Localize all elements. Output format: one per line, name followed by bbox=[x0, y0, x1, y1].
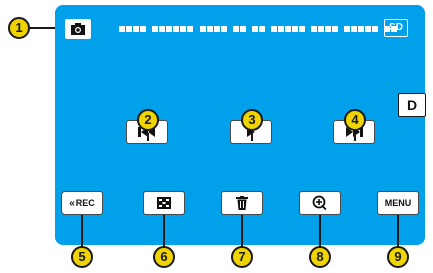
callout-8-leader bbox=[319, 215, 321, 249]
callout-5: 5 bbox=[71, 246, 93, 268]
callout-9: 9 bbox=[387, 246, 409, 268]
file-number-placeholder bbox=[119, 26, 193, 32]
sd-card-badge: SD bbox=[384, 19, 408, 37]
index-button[interactable] bbox=[143, 191, 185, 215]
rec-button[interactable]: « REC bbox=[61, 191, 103, 215]
d-button[interactable]: D bbox=[398, 93, 426, 117]
lcd-screen: SD D « REC MENU bbox=[55, 5, 426, 245]
delete-button[interactable] bbox=[221, 191, 263, 215]
callout-2: 2 bbox=[137, 109, 159, 131]
camera-icon[interactable] bbox=[65, 19, 91, 39]
double-chevron-left-icon: « bbox=[69, 197, 75, 209]
date-time-placeholder bbox=[200, 26, 397, 32]
callout-5-leader bbox=[81, 215, 83, 249]
callout-6: 6 bbox=[153, 246, 175, 268]
callout-4: 4 bbox=[344, 109, 366, 131]
callout-4-leader bbox=[354, 133, 356, 141]
zoom-button[interactable] bbox=[299, 191, 341, 215]
callout-1: 1 bbox=[8, 17, 30, 39]
grid-icon bbox=[157, 197, 171, 209]
rec-label: REC bbox=[75, 198, 95, 208]
callout-3: 3 bbox=[241, 109, 263, 131]
callout-6-leader bbox=[163, 215, 165, 249]
callout-9-leader bbox=[397, 215, 399, 249]
callout-2-leader bbox=[147, 133, 149, 141]
zoom-in-icon bbox=[312, 195, 327, 211]
menu-button[interactable]: MENU bbox=[377, 191, 419, 215]
trash-icon bbox=[236, 196, 248, 210]
menu-label: MENU bbox=[384, 198, 412, 208]
callout-7-leader bbox=[241, 215, 243, 249]
callout-8: 8 bbox=[309, 246, 331, 268]
callout-3-leader bbox=[251, 133, 253, 141]
callout-7: 7 bbox=[231, 246, 253, 268]
